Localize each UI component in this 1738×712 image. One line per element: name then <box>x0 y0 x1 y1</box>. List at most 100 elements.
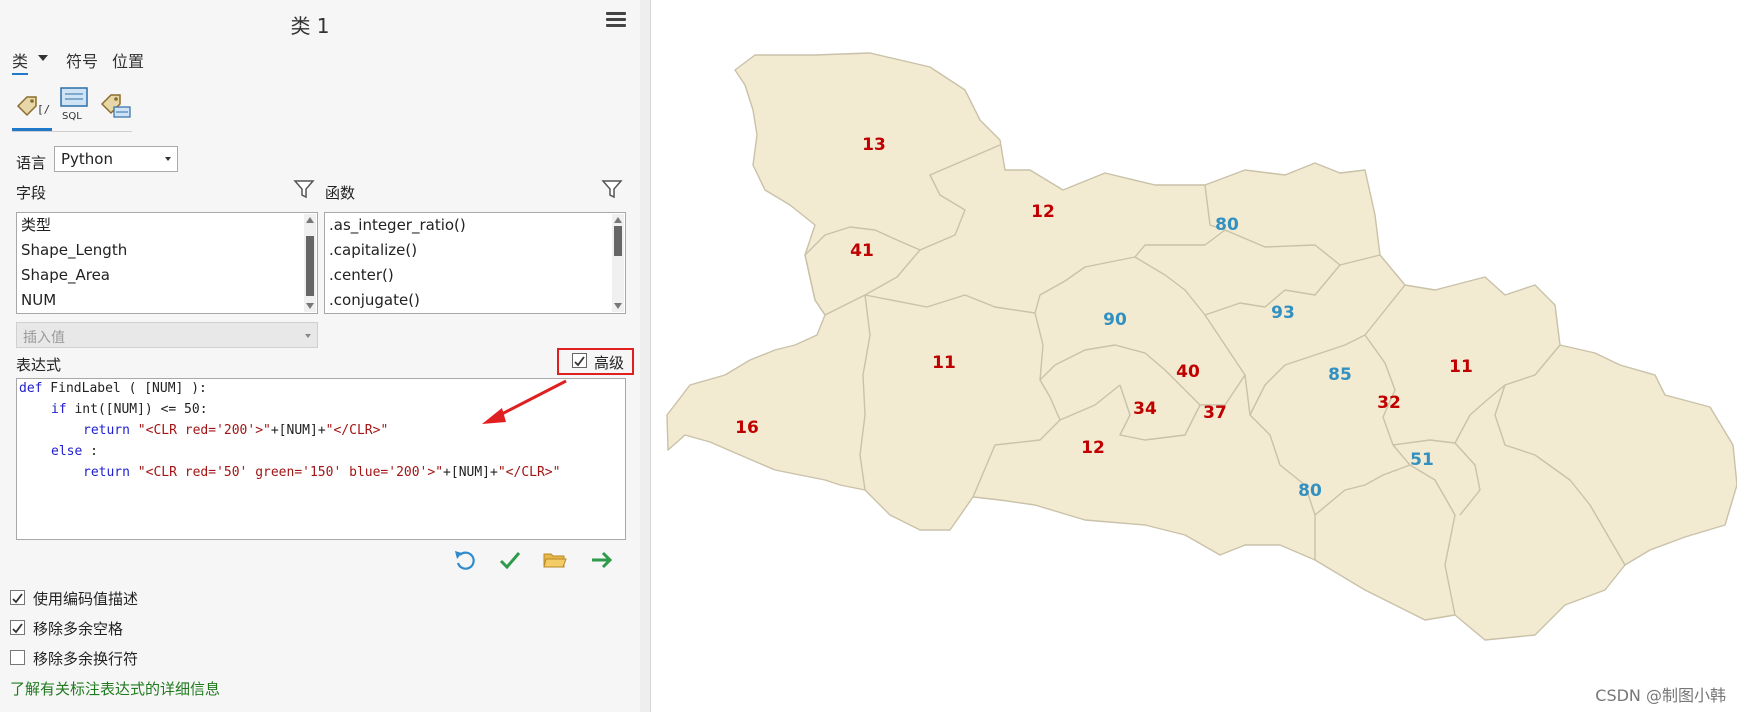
insert-value-dropdown[interactable]: 插入值 <box>16 322 318 348</box>
list-item[interactable]: Shape_Area <box>17 263 317 288</box>
tab-class[interactable]: 类 <box>12 48 29 75</box>
code-keyword: else <box>51 444 83 459</box>
map-label: 11 <box>1449 357 1473 377</box>
map-label: 41 <box>850 241 874 261</box>
learn-more-link[interactable]: 了解有关标注表达式的详细信息 <box>10 678 220 699</box>
functions-list[interactable]: .as_integer_ratio() .capitalize() .cente… <box>324 212 626 314</box>
code-text: : <box>82 444 98 459</box>
filter-icon[interactable] <box>601 178 623 200</box>
code-text: int([NUM]) <= 50: <box>66 402 208 417</box>
svg-text:[/]: [/] <box>37 103 52 116</box>
expression-label: 表达式 <box>16 356 62 374</box>
list-item[interactable]: .as_integer_ratio() <box>325 213 625 238</box>
map-label: 34 <box>1133 399 1157 419</box>
code-text: +[NUM]+ <box>270 423 326 438</box>
map-label: 40 <box>1176 362 1200 382</box>
remove-extra-newlines-checkbox[interactable] <box>10 650 25 665</box>
use-coded-value-checkbox[interactable] <box>10 590 25 605</box>
code-line: return "<CLR red='50' green='150' blue='… <box>19 465 560 480</box>
list-item[interactable]: .center() <box>325 263 625 288</box>
sql-label: SQL <box>62 111 82 122</box>
province-outline <box>666 52 1737 641</box>
advanced-checkbox[interactable] <box>572 353 587 368</box>
list-item[interactable]: 类型 <box>17 213 317 238</box>
code-string: "</CLR>" <box>325 423 389 438</box>
chevron-down-icon[interactable] <box>38 55 48 61</box>
scrollbar[interactable] <box>304 214 316 312</box>
apply-arrow-icon[interactable] <box>589 548 615 572</box>
mode-divider <box>12 131 132 132</box>
map-label: 80 <box>1215 215 1239 235</box>
verify-icon[interactable] <box>497 548 523 572</box>
map-label: 93 <box>1271 303 1295 323</box>
code-keyword: return <box>83 465 130 480</box>
code-line: return "<CLR red='200'>"+[NUM]+"</CLR>" <box>19 423 388 438</box>
advanced-label: 高级 <box>594 354 625 372</box>
scrollbar-thumb[interactable] <box>614 226 622 256</box>
map-label: 16 <box>735 418 759 438</box>
list-item[interactable]: .conjugate() <box>325 288 625 313</box>
map-label: 12 <box>1081 438 1105 458</box>
language-select[interactable]: Python <box>54 146 178 172</box>
option-label: 移除多余换行符 <box>33 650 139 668</box>
language-value: Python <box>61 150 113 168</box>
functions-label: 函数 <box>325 184 356 202</box>
code-line: else : <box>19 444 98 459</box>
code-line: if int([NUM]) <= 50: <box>19 402 208 417</box>
map-label: 12 <box>1031 202 1055 222</box>
menu-icon[interactable] <box>606 12 626 30</box>
scrollbar-thumb[interactable] <box>306 236 314 296</box>
scrollbar[interactable] <box>612 214 624 312</box>
code-keyword: return <box>83 423 130 438</box>
remove-extra-spaces-checkbox[interactable] <box>10 620 25 635</box>
sql-mode-icon[interactable]: SQL <box>56 86 94 122</box>
list-item[interactable]: .capitalize() <box>325 238 625 263</box>
chevron-down-icon <box>165 157 171 161</box>
chevron-down-icon[interactable] <box>614 303 622 309</box>
map-label: 51 <box>1410 450 1434 470</box>
filter-icon[interactable] <box>293 178 315 200</box>
code-text: +[NUM]+ <box>443 465 498 480</box>
chevron-down-icon[interactable] <box>306 303 314 309</box>
panel-scrollbar[interactable] <box>640 0 651 712</box>
list-item[interactable]: NUM <box>17 288 317 313</box>
language-label: 语言 <box>16 154 47 172</box>
map-label: 85 <box>1328 365 1352 385</box>
label-class-panel: 类 1 类 符号 位置 [/] SQL 语言 Python <box>0 0 641 712</box>
code-text: FindLabel ( [NUM] ): <box>42 381 207 396</box>
map-label: 37 <box>1203 403 1227 423</box>
list-item[interactable]: Shape_Length <box>17 238 317 263</box>
panel-title: 类 1 <box>290 14 330 38</box>
map-label: 32 <box>1377 393 1401 413</box>
label-class-mode-icon[interactable] <box>98 86 136 122</box>
option-label: 移除多余空格 <box>33 620 124 638</box>
chevron-down-icon <box>305 334 311 338</box>
insert-value-placeholder: 插入值 <box>23 330 65 346</box>
tab-symbol[interactable]: 符号 <box>66 48 98 72</box>
checkmark-icon <box>574 356 585 367</box>
watermark: CSDN @制图小韩 <box>1595 686 1726 705</box>
code-keyword: if <box>51 402 67 417</box>
fields-label: 字段 <box>16 184 47 202</box>
undo-icon[interactable] <box>452 548 478 572</box>
map-label: 13 <box>862 135 886 155</box>
map-label: 80 <box>1298 481 1322 501</box>
expression-mode-icon[interactable]: [/] <box>14 86 57 122</box>
code-line: def FindLabel ( [NUM] ): <box>19 381 207 396</box>
map-view[interactable]: 13 12 80 41 90 93 11 40 85 11 16 34 37 3… <box>665 45 1737 645</box>
fields-list[interactable]: 类型 Shape_Length Shape_Area NUM <box>16 212 318 314</box>
chevron-up-icon[interactable] <box>614 217 622 223</box>
option-label: 使用编码值描述 <box>33 590 139 608</box>
code-string: "<CLR red='50' green='150' blue='200'>" <box>137 465 444 480</box>
code-keyword: def <box>19 381 43 396</box>
tab-position[interactable]: 位置 <box>112 48 144 72</box>
checkmark-icon <box>12 623 23 634</box>
code-string: "<CLR red='200'>" <box>137 423 271 438</box>
open-folder-icon[interactable] <box>542 548 568 572</box>
annotation-arrow-icon <box>482 379 567 424</box>
checkmark-icon <box>12 593 23 604</box>
map-label: 90 <box>1103 310 1127 330</box>
chevron-up-icon[interactable] <box>306 217 314 223</box>
code-string: "</CLR>" <box>497 465 561 480</box>
map-label: 11 <box>932 353 956 373</box>
